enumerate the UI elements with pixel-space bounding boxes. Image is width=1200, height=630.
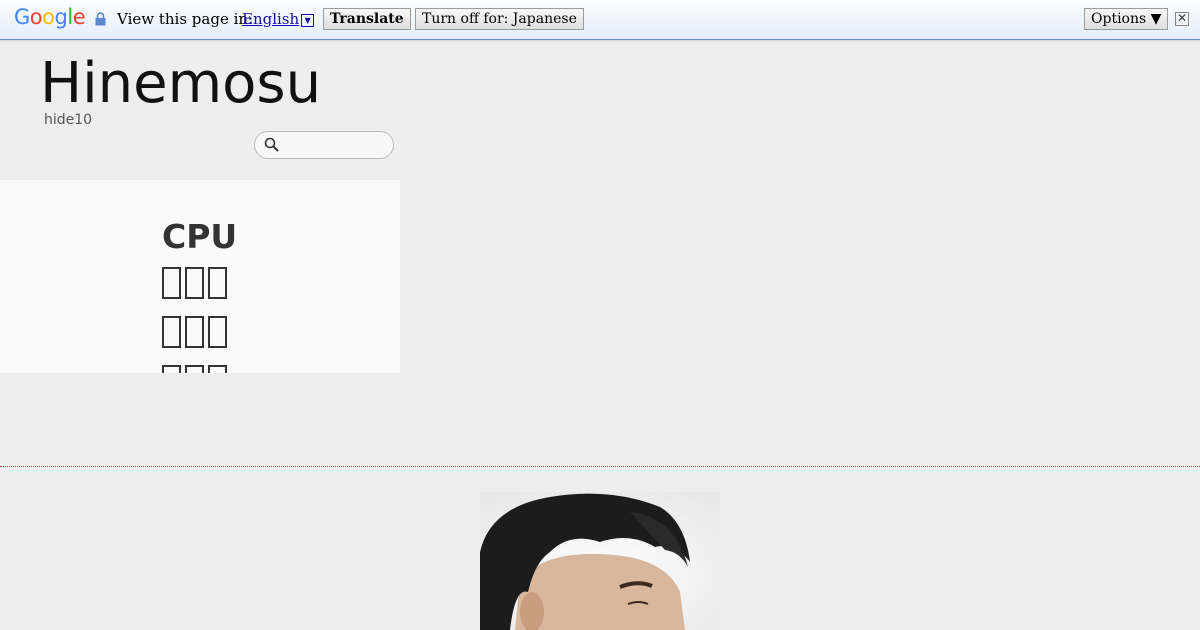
- missing-glyph-icon: [208, 267, 227, 299]
- missing-glyph-icon: [208, 316, 227, 348]
- options-button[interactable]: Options ▼: [1084, 8, 1169, 30]
- avatar: [480, 492, 720, 630]
- section-divider: [0, 466, 1200, 467]
- missing-glyph-icon: [185, 267, 204, 299]
- search-input[interactable]: [283, 135, 391, 157]
- translate-button[interactable]: Translate: [323, 8, 411, 30]
- category-list: CPU: [162, 216, 237, 373]
- missing-glyph-icon: [185, 365, 204, 373]
- missing-glyph-icon: [162, 316, 181, 348]
- google-logo: Google: [14, 5, 86, 29]
- search-icon: [264, 137, 279, 152]
- missing-glyph-icon: [162, 267, 181, 299]
- dropdown-arrow-icon[interactable]: ▼: [301, 13, 315, 27]
- site-subtitle: hide10: [44, 112, 93, 128]
- view-page-label: View this page in:: [117, 10, 254, 28]
- profile-photo-icon: [480, 492, 720, 630]
- lock-icon: [95, 12, 106, 26]
- category-item-cpu[interactable]: CPU: [162, 216, 237, 265]
- search-box[interactable]: [254, 131, 394, 159]
- category-panel: CPU: [0, 180, 400, 373]
- category-item[interactable]: [162, 363, 237, 373]
- missing-glyph-icon: [208, 365, 227, 373]
- translate-bar: Google View this page in: English ▼ Trans…: [0, 0, 1200, 40]
- category-item[interactable]: [162, 265, 237, 314]
- close-icon[interactable]: ✕: [1175, 12, 1189, 26]
- turn-off-button[interactable]: Turn off for: Japanese: [415, 8, 584, 30]
- language-select[interactable]: English ▼: [242, 10, 315, 28]
- site-title[interactable]: Hinemosu: [40, 52, 321, 116]
- missing-glyph-icon: [185, 316, 204, 348]
- language-link[interactable]: English: [242, 10, 299, 28]
- category-item[interactable]: [162, 314, 237, 363]
- missing-glyph-icon: [162, 365, 181, 373]
